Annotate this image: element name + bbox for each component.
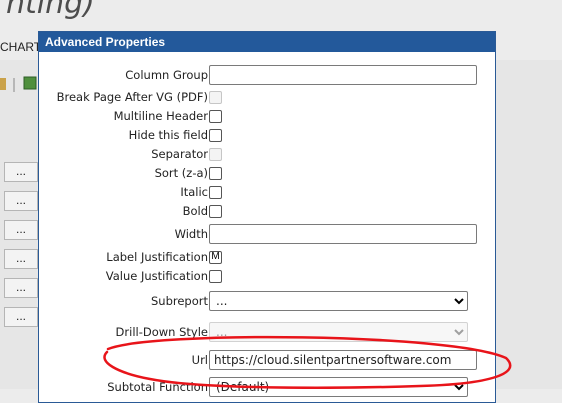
url-input[interactable]: https://cloud.silentpartnersoftware.com [209, 350, 477, 370]
column-group-input[interactable] [209, 65, 477, 85]
drill-down-style-selected-value: ... [216, 325, 228, 339]
multiline-header-checkbox[interactable] [209, 110, 222, 123]
break-page-checkbox[interactable] [209, 91, 222, 104]
url-label: Url [191, 353, 208, 367]
row-subreport: Subreport ... [39, 289, 495, 313]
subreport-label: Subreport [150, 294, 208, 308]
drill-down-style-select[interactable]: ... [209, 322, 468, 342]
row-width: Width [39, 222, 495, 246]
chevron-down-icon [454, 298, 464, 305]
subreport-select[interactable]: ... [209, 291, 468, 311]
drill-down-style-label: Drill-Down Style [115, 325, 208, 339]
row-subtotal-function: Subtotal Function (Default) [39, 375, 495, 399]
background-ellipsis-button[interactable]: ... [4, 278, 38, 298]
row-drill-down-style: Drill-Down Style ... [39, 320, 495, 344]
row-column-group: Column Group [39, 63, 495, 87]
background-page-title: nting) [6, 0, 95, 21]
column-group-label: Column Group [125, 68, 208, 82]
row-url: Url https://cloud.silentpartnersoftware.… [39, 348, 495, 372]
row-value-justification: Value Justification [39, 264, 495, 288]
subtotal-function-select[interactable]: (Default) [209, 377, 468, 397]
background-chart-tab[interactable]: CHART [0, 40, 41, 54]
chevron-down-icon [454, 329, 464, 336]
background-ellipsis-button[interactable]: ... [4, 191, 38, 211]
value-justification-label: Value Justification [105, 269, 208, 283]
background-ellipsis-button[interactable]: ... [4, 220, 38, 240]
chevron-down-icon [454, 384, 464, 391]
row-bold: Bold [39, 199, 495, 223]
subtotal-function-selected-value: (Default) [216, 380, 270, 394]
advanced-properties-dialog: Advanced Properties Column Group Break P… [38, 31, 496, 403]
background-ellipsis-button[interactable]: ... [4, 162, 38, 182]
toolbar-icon-a [0, 78, 6, 90]
label-justification-checkbox[interactable]: M [209, 251, 222, 264]
background-ellipsis-button[interactable]: ... [4, 249, 38, 269]
hide-field-checkbox[interactable] [209, 129, 222, 142]
sort-checkbox[interactable] [209, 167, 222, 180]
dialog-title[interactable]: Advanced Properties [39, 32, 495, 52]
width-input[interactable] [209, 224, 477, 244]
toolbar-icon-b [23, 76, 37, 90]
subtotal-function-label: Subtotal Function [107, 380, 208, 394]
background-ellipsis-button[interactable]: ... [4, 307, 38, 327]
background-toolbar [0, 70, 42, 98]
bold-checkbox[interactable] [209, 205, 222, 218]
italic-checkbox[interactable] [209, 186, 222, 199]
subreport-selected-value: ... [216, 294, 228, 308]
width-label: Width [174, 227, 208, 241]
value-justification-checkbox[interactable] [209, 270, 222, 283]
toolbar-icons[interactable] [0, 70, 42, 98]
bold-label: Bold [182, 204, 208, 218]
separator-checkbox[interactable] [209, 148, 222, 161]
